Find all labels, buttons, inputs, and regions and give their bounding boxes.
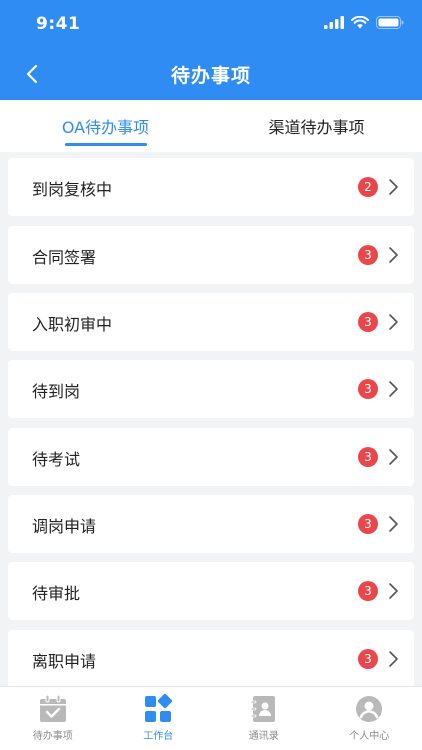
list-item[interactable]: 入职初审中 3: [8, 293, 414, 351]
workbench-grid-icon: [145, 694, 173, 722]
nav-bar: 待办事项: [0, 48, 422, 100]
status-icons: [324, 16, 404, 29]
count-badge: 3: [358, 312, 378, 332]
item-label: 待审批: [32, 584, 81, 603]
list-item[interactable]: 待考试 3: [8, 428, 414, 486]
count-badge: 3: [358, 447, 378, 467]
chevron-right-icon: [389, 516, 398, 532]
item-label: 待到岗: [32, 382, 81, 401]
todo-list: 到岗复核中 2 合同签署 3 入职初审中 3 待到岗 3 待考试 3 调岗申请 …: [0, 152, 422, 686]
contacts-book-icon: [250, 696, 275, 722]
chevron-right-icon: [389, 651, 398, 667]
battery-icon: [376, 16, 404, 29]
tabbar-item-workbench[interactable]: 工作台: [106, 687, 212, 750]
tab-label: 渠道待办事项: [268, 118, 365, 137]
tabbar-label: 工作台: [143, 731, 174, 742]
chevron-right-icon: [389, 381, 398, 397]
chevron-right-icon: [389, 583, 398, 599]
status-bar: 9:41: [0, 0, 422, 48]
count-badge: 3: [358, 379, 378, 399]
item-label: 离职申请: [32, 652, 97, 671]
signal-icon: [324, 16, 344, 29]
bottom-tab-bar: 待办事项 工作台 通讯录 个人中心: [0, 686, 422, 750]
tabbar-item-todo[interactable]: 待办事项: [0, 687, 106, 750]
item-label: 到岗复核中: [32, 180, 113, 199]
list-item[interactable]: 离职申请 3: [8, 630, 414, 686]
wifi-icon: [351, 16, 369, 29]
list-item[interactable]: 合同签署 3: [8, 226, 414, 284]
status-time: 9:41: [36, 14, 81, 34]
tabbar-label: 个人中心: [349, 731, 390, 742]
count-badge: 3: [358, 514, 378, 534]
count-badge: 3: [358, 649, 378, 669]
tab-channel-todo[interactable]: 渠道待办事项: [211, 100, 422, 152]
chevron-right-icon: [389, 314, 398, 330]
list-item[interactable]: 待到岗 3: [8, 360, 414, 418]
tab-oa-todo[interactable]: OA待办事项: [0, 100, 211, 152]
user-avatar-icon: [356, 696, 383, 722]
chevron-right-icon: [389, 247, 398, 263]
count-badge: 3: [358, 245, 378, 265]
chevron-right-icon: [389, 179, 398, 195]
calendar-check-icon: [39, 694, 66, 722]
chevron-right-icon: [389, 449, 398, 465]
tabbar-label: 待办事项: [32, 731, 73, 742]
tabbar-item-contacts[interactable]: 通讯录: [211, 687, 317, 750]
count-badge: 2: [358, 177, 378, 197]
tab-active-indicator: [64, 143, 147, 146]
count-badge: 3: [358, 581, 378, 601]
app-header: 9:41 待办事项: [0, 0, 422, 100]
list-item[interactable]: 待审批 3: [8, 562, 414, 620]
page-title: 待办事项: [170, 65, 251, 87]
tab-label: OA待办事项: [61, 118, 150, 137]
tab-bar-top: OA待办事项 渠道待办事项: [0, 100, 422, 152]
item-label: 待考试: [32, 450, 81, 469]
tabbar-label: 通讯录: [248, 731, 279, 742]
item-label: 合同签署: [32, 248, 97, 267]
item-label: 调岗申请: [32, 517, 97, 536]
list-item[interactable]: 到岗复核中 2: [8, 158, 414, 216]
tabbar-item-profile[interactable]: 个人中心: [317, 687, 422, 750]
list-item[interactable]: 调岗申请 3: [8, 495, 414, 553]
item-label: 入职初审中: [32, 315, 113, 334]
